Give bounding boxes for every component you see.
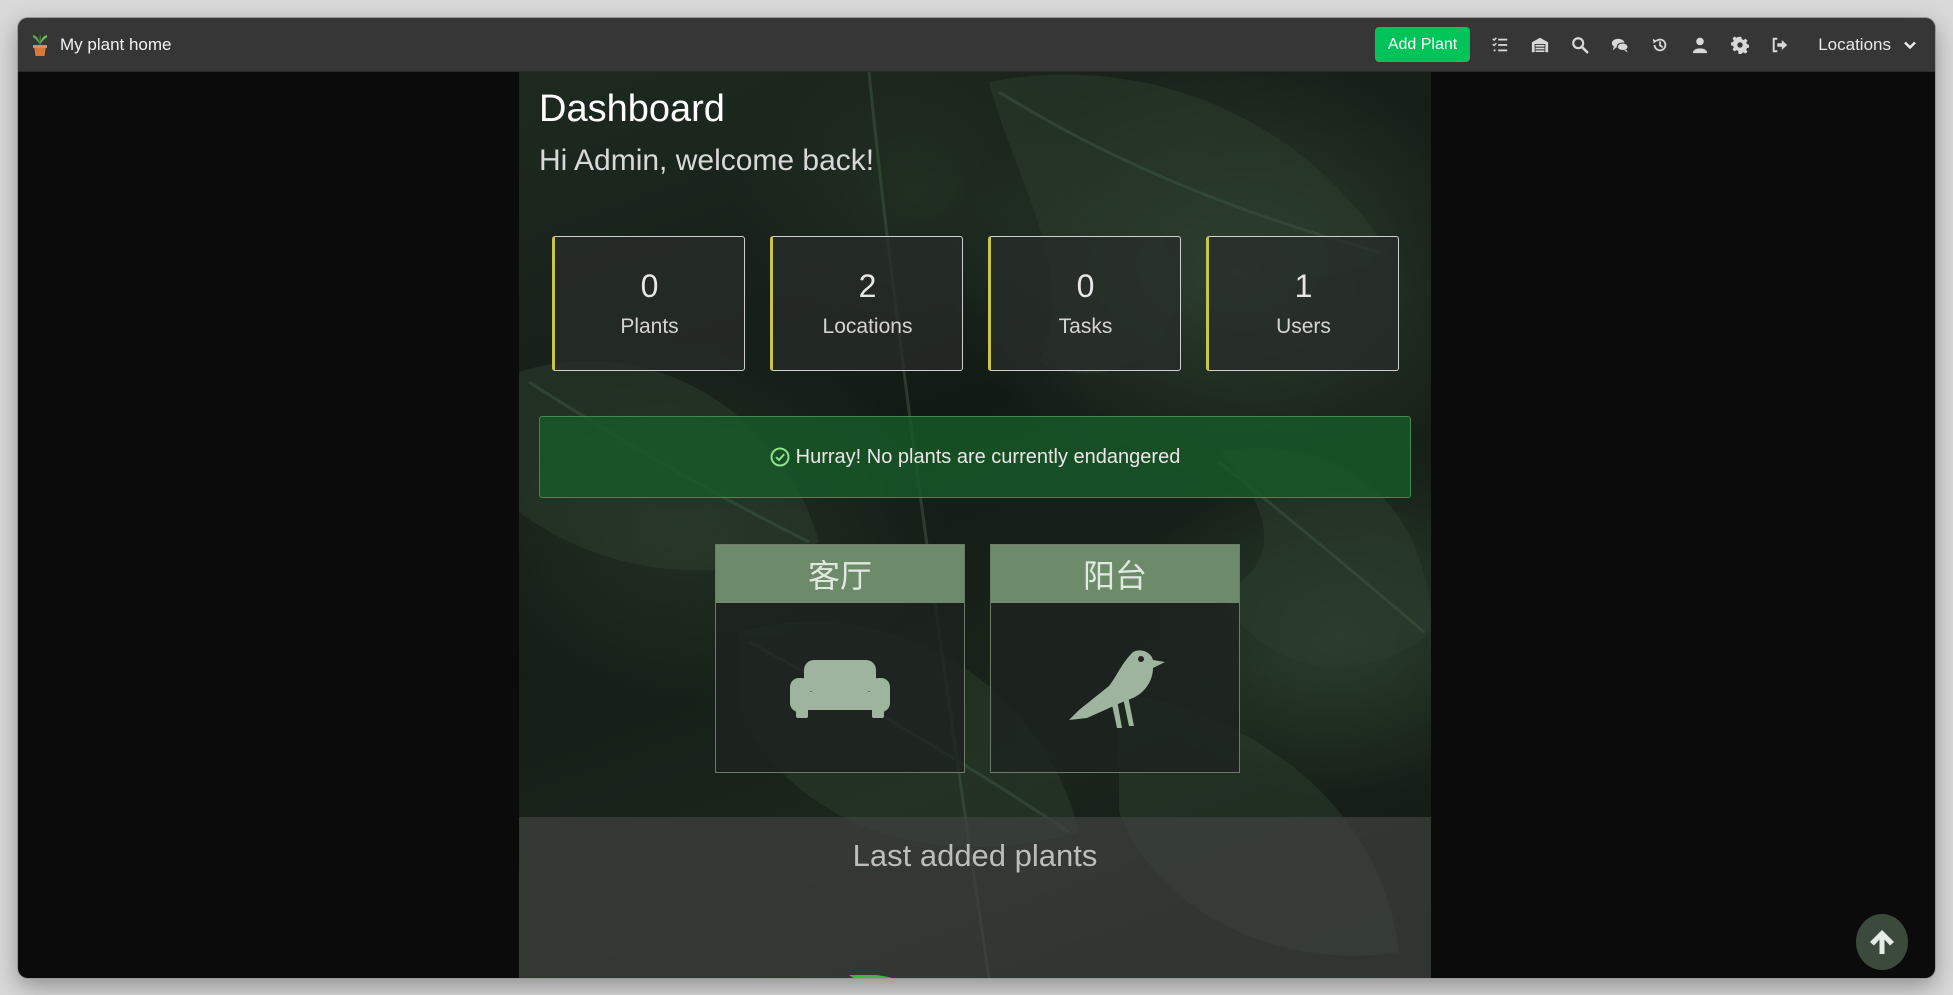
chat-icon[interactable] xyxy=(1600,18,1640,72)
locations-menu[interactable]: Locations xyxy=(1818,35,1917,55)
location-card-balcony[interactable]: 阳台 xyxy=(990,544,1240,773)
stat-card-tasks[interactable]: 0 Tasks xyxy=(988,236,1181,371)
plant-pot-logo-icon xyxy=(32,33,48,56)
add-plant-button[interactable]: Add Plant xyxy=(1374,27,1471,62)
location-name: 客厅 xyxy=(716,545,964,603)
alert-text: Hurray! No plants are currently endanger… xyxy=(795,445,1181,468)
navbar: My plant home Add Plant Locations xyxy=(18,18,1935,72)
stat-label: Tasks xyxy=(1058,315,1113,338)
search-icon[interactable] xyxy=(1560,18,1600,72)
main-content: Dashboard Hi Admin, welcome back! 0 Plan… xyxy=(519,72,1431,978)
tasks-icon[interactable] xyxy=(1480,18,1520,72)
user-icon[interactable] xyxy=(1680,18,1720,72)
logout-icon[interactable] xyxy=(1760,18,1800,72)
locations-menu-label: Locations xyxy=(1818,34,1891,54)
section-title: Last added plants xyxy=(852,838,1098,873)
check-circle-icon xyxy=(770,447,790,467)
location-name: 阳台 xyxy=(991,545,1239,603)
gear-icon[interactable] xyxy=(1720,18,1760,72)
chevron-down-icon xyxy=(1904,41,1916,49)
location-card-living-room[interactable]: 客厅 xyxy=(715,544,965,773)
stats-row: 0 Plants 2 Locations 0 Tasks 1 Users xyxy=(552,236,1399,371)
brand-name: My plant home xyxy=(60,34,172,54)
crow-icon xyxy=(1069,649,1165,728)
stat-label: Locations xyxy=(822,315,913,338)
stat-value: 2 xyxy=(858,268,877,304)
plant-leaf-icon xyxy=(849,975,893,978)
welcome-message: Hi Admin, welcome back! xyxy=(539,144,875,177)
app-window: My plant home Add Plant Locations Dashbo… xyxy=(18,18,1935,978)
endangered-status-alert: Hurray! No plants are currently endanger… xyxy=(539,416,1411,498)
stat-card-users[interactable]: 1 Users xyxy=(1206,236,1399,371)
stat-label: Plants xyxy=(620,315,679,338)
location-body xyxy=(716,603,964,772)
couch-icon xyxy=(790,659,890,718)
nav-right: Add Plant Locations xyxy=(1374,18,1935,72)
history-icon[interactable] xyxy=(1640,18,1680,72)
location-body xyxy=(991,603,1239,772)
stat-value: 1 xyxy=(1294,268,1313,304)
page-title: Dashboard xyxy=(539,88,725,130)
location-cards: 客厅 阳台 xyxy=(715,544,1240,773)
stat-value: 0 xyxy=(640,268,659,304)
stat-card-locations[interactable]: 2 Locations xyxy=(770,236,963,371)
last-added-section: Last added plants xyxy=(519,817,1431,978)
arrow-up-icon xyxy=(1870,930,1894,954)
warehouse-icon[interactable] xyxy=(1520,18,1560,72)
scroll-to-top-button[interactable] xyxy=(1856,914,1908,970)
stat-value: 0 xyxy=(1076,268,1095,304)
brand[interactable]: My plant home xyxy=(30,33,172,57)
stat-card-plants[interactable]: 0 Plants xyxy=(552,236,745,371)
stat-label: Users xyxy=(1276,315,1331,338)
